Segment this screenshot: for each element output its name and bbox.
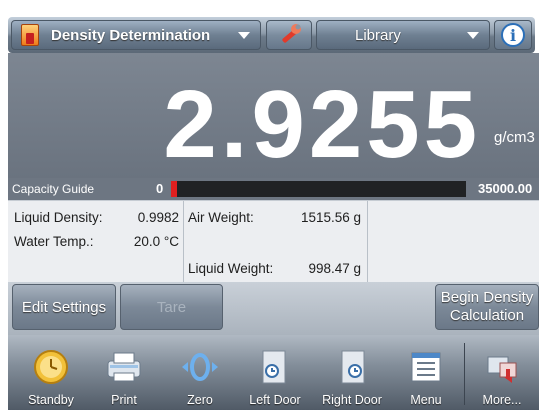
standby-label: Standby (28, 393, 74, 407)
info-column-1: Liquid Density: 0.9982 Water Temp.: 20.0… (8, 201, 184, 283)
reading-unit: g/cm3 (494, 129, 535, 146)
liquid-density-value: 0.9982 (137, 210, 179, 225)
bottom-toolbar: Standby Print Zero Left Door Right Door … (8, 335, 539, 410)
print-label: Print (111, 393, 137, 407)
more-tools-icon (487, 356, 517, 383)
zero-button[interactable]: Zero (168, 335, 232, 410)
more-label: More... (482, 393, 522, 407)
chevron-down-icon (467, 31, 479, 39)
top-bar: Density Determination Library i (8, 17, 535, 53)
application-selector-label: Density Determination (51, 26, 211, 44)
library-selector[interactable]: Library (316, 20, 490, 50)
settings-wrench-button[interactable] (266, 20, 312, 50)
info-button[interactable]: i (494, 20, 532, 50)
capacity-guide: Capacity Guide 0 35000.00 (8, 178, 539, 200)
liquid-weight-label: Liquid Weight: (188, 261, 274, 276)
toolbar-divider (464, 343, 465, 405)
density-info-panel: Liquid Density: 0.9982 Water Temp.: 20.0… (8, 200, 539, 283)
capacity-max: 35000.00 (478, 181, 533, 196)
zero-icon (182, 353, 218, 381)
application-selector[interactable]: Density Determination (11, 20, 261, 50)
begin-density-calculation-button[interactable]: Begin Density Calculation (435, 284, 539, 330)
right-door-button[interactable]: Right Door (314, 335, 390, 410)
library-selector-label: Library (355, 26, 401, 44)
menu-list-icon (411, 352, 441, 382)
reading-value: 2.9255 (163, 71, 481, 178)
zero-label: Zero (187, 393, 213, 407)
tare-button[interactable]: Tare (120, 284, 223, 330)
info-column-2: Air Weight: 1515.56 g Liquid Weight: 998… (184, 201, 368, 283)
standby-button[interactable]: Standby (16, 335, 86, 410)
printer-icon (107, 352, 141, 382)
begin-button-line2: Calculation (449, 307, 525, 324)
left-door-icon (262, 350, 286, 384)
menu-button[interactable]: Menu (396, 335, 456, 410)
print-button[interactable]: Print (92, 335, 156, 410)
left-door-button[interactable]: Left Door (240, 335, 310, 410)
chevron-down-icon (238, 31, 250, 39)
action-bar: Edit Settings Tare Begin Density Calcula… (8, 282, 539, 335)
standby-clock-icon (34, 350, 68, 384)
left-door-label: Left Door (249, 393, 301, 407)
density-app-icon (21, 24, 39, 46)
weight-reading-display: 2.9255 g/cm3 (8, 53, 539, 178)
water-temp-value: 20.0 °C (133, 234, 179, 249)
air-weight-label: Air Weight: (188, 210, 254, 225)
menu-label: Menu (410, 393, 442, 407)
wrench-icon (282, 24, 301, 43)
begin-button-label: Begin Density Calculation (441, 289, 534, 325)
capacity-bar-fill (171, 181, 177, 197)
liquid-density-label: Liquid Density: (14, 210, 103, 225)
right-door-icon (341, 350, 365, 384)
capacity-min: 0 (156, 181, 164, 196)
begin-button-line1: Begin Density (440, 289, 534, 306)
capacity-guide-label: Capacity Guide (12, 182, 95, 196)
right-door-label: Right Door (322, 393, 382, 407)
info-icon: i (501, 23, 525, 47)
air-weight-value: 1515.56 g (300, 210, 361, 225)
liquid-weight-value: 998.47 g (308, 261, 361, 276)
edit-settings-button[interactable]: Edit Settings (12, 284, 116, 330)
capacity-bar (171, 181, 466, 197)
water-temp-label: Water Temp.: (14, 234, 94, 249)
more-button[interactable]: More... (470, 335, 534, 410)
